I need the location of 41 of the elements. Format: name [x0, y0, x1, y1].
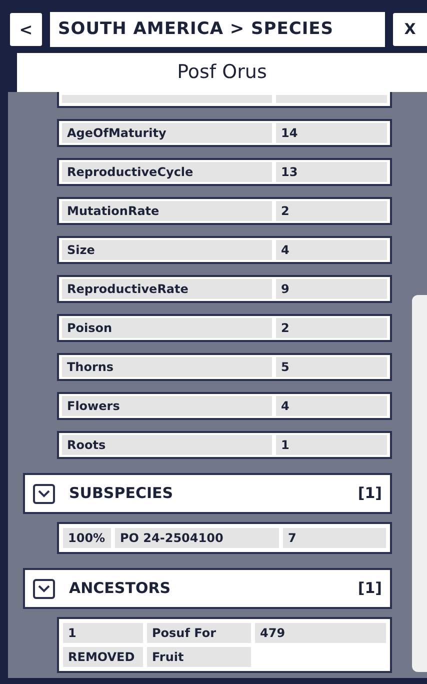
table-cell: 2: [276, 201, 387, 221]
table-cell: 2: [276, 318, 387, 338]
table-cell: Thorns: [62, 357, 272, 377]
table-cell: AgeOfMaturity: [62, 123, 272, 143]
table-cell: PO 24-2504100: [115, 528, 279, 548]
table-cell: REMOVED: [63, 647, 143, 667]
chevron-down-icon: [38, 490, 50, 498]
section-title: ANCESTORS: [69, 578, 171, 600]
species-name: Posf Orus: [17, 53, 427, 92]
table-cell: ReproductiveRate: [62, 279, 272, 299]
table-cell: Posuf For: [147, 623, 251, 643]
section-header[interactable]: ANCESTORS [1]: [23, 568, 392, 609]
table-cell: 1: [63, 623, 143, 643]
section-title: SUBSPECIES: [69, 483, 174, 504]
table-cell: MutationRate: [62, 201, 272, 221]
table-cell: Flowers: [62, 396, 272, 416]
expand-toggle[interactable]: [33, 578, 55, 598]
section-count: [1]: [358, 483, 382, 504]
table-cell: 100%: [63, 528, 111, 548]
section-count: [1]: [358, 578, 382, 600]
table-cell: Poison: [62, 318, 272, 338]
scrollbar-thumb[interactable]: [412, 295, 427, 672]
close-button[interactable]: X: [393, 13, 427, 46]
expand-toggle[interactable]: [33, 484, 55, 504]
table-cell: Fruit: [147, 647, 251, 667]
breadcrumb-title: SOUTH AMERICA > SPECIES: [50, 12, 385, 47]
table-cell: Roots: [62, 435, 272, 455]
table-cell: 4: [276, 396, 387, 416]
table-cell: 5: [276, 357, 387, 377]
table-cell: 14: [276, 123, 387, 143]
table-cell: Size: [62, 240, 272, 260]
table-cell: 13: [276, 162, 387, 182]
table-cell: 7: [283, 528, 386, 548]
table-cell: 479: [255, 623, 386, 643]
table-cell: 4: [276, 240, 387, 260]
table-cell: 9: [276, 279, 387, 299]
back-button[interactable]: <: [10, 13, 42, 46]
chevron-down-icon: [38, 584, 50, 592]
table-cell: ReproductiveCycle: [62, 162, 272, 182]
table-cell: 1: [276, 435, 387, 455]
section-header[interactable]: SUBSPECIES [1]: [23, 473, 392, 514]
